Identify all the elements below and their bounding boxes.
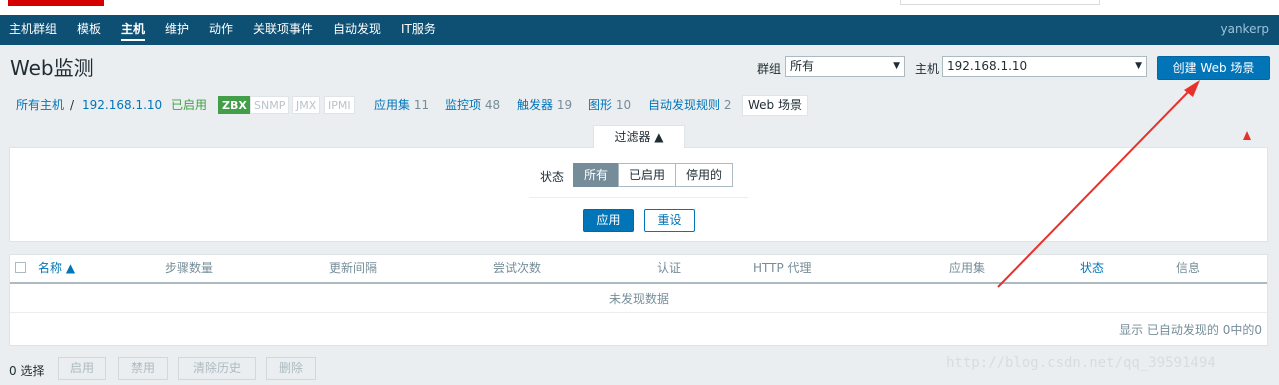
annotation-arrow-line — [997, 89, 1191, 288]
annotation-overlay — [997, 80, 1251, 288]
annotation-triangle-marker — [1243, 131, 1251, 140]
